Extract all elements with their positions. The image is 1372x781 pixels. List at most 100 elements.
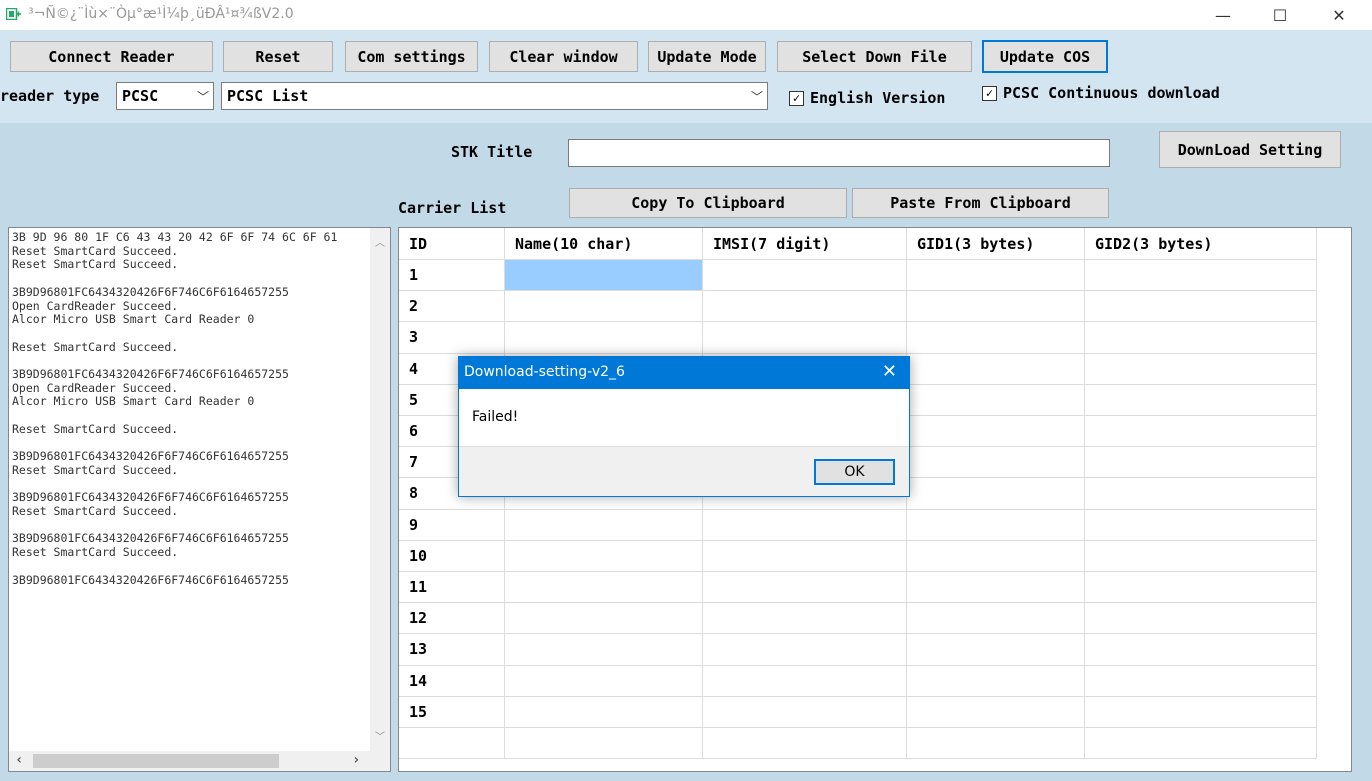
vertical-scrollbar[interactable]: ︿ ﹀	[370, 228, 390, 753]
carrier-grid[interactable]: ID Name(10 char) IMSI(7 digit) GID1(3 bytes…	[398, 227, 1352, 772]
select-down-file-button[interactable]: Select Down File	[777, 41, 972, 72]
grid-cell[interactable]	[907, 353, 1085, 385]
row-id-cell[interactable]: 13	[399, 634, 505, 666]
grid-cell[interactable]	[907, 416, 1085, 448]
grid-cell[interactable]	[505, 322, 703, 354]
grid-cell[interactable]	[1085, 603, 1317, 635]
horizontal-scrollbar[interactable]: ‹ ›	[9, 751, 390, 771]
update-mode-button[interactable]: Update Mode	[648, 41, 766, 72]
grid-cell[interactable]	[505, 509, 703, 541]
chevron-up-icon[interactable]: ︿	[375, 234, 385, 249]
grid-cell[interactable]	[505, 572, 703, 604]
row-id-cell[interactable]: 11	[399, 572, 505, 604]
stk-title-input[interactable]	[568, 139, 1110, 167]
column-header-5[interactable]: GID2(3 bytes)	[1085, 228, 1317, 260]
grid-cell[interactable]	[907, 478, 1085, 510]
grid-cell[interactable]	[907, 540, 1085, 572]
grid-cell[interactable]	[907, 728, 1085, 760]
row-id-cell[interactable]: 3	[399, 322, 505, 354]
row-id-cell[interactable]: 14	[399, 665, 505, 697]
row-id-cell[interactable]	[399, 728, 505, 760]
grid-cell[interactable]	[907, 696, 1085, 728]
row-id-cell[interactable]: 2	[399, 291, 505, 323]
grid-cell[interactable]	[505, 540, 703, 572]
scrollbar-thumb[interactable]	[33, 754, 279, 768]
grid-cell[interactable]	[1085, 322, 1317, 354]
grid-cell[interactable]	[1085, 478, 1317, 510]
grid-cell[interactable]	[505, 291, 703, 323]
grid-cell[interactable]	[703, 728, 907, 760]
chevron-down-icon[interactable]: ﹀	[375, 728, 385, 743]
grid-cell[interactable]	[505, 260, 703, 292]
grid-cell[interactable]	[703, 322, 907, 354]
reader-type-select[interactable]: PCSC ﹀	[116, 82, 214, 110]
grid-cell[interactable]	[505, 665, 703, 697]
grid-cell[interactable]	[907, 260, 1085, 292]
dialog-close-icon[interactable]: ✕	[882, 361, 897, 382]
column-header-3[interactable]: IMSI(7 digit)	[703, 228, 907, 260]
maximize-button[interactable]: ☐	[1257, 0, 1303, 30]
column-header-2[interactable]: Name(10 char)	[505, 228, 703, 260]
grid-cell[interactable]	[907, 665, 1085, 697]
grid-cell[interactable]	[907, 603, 1085, 635]
row-id-cell[interactable]: 10	[399, 540, 505, 572]
grid-cell[interactable]	[1085, 291, 1317, 323]
close-button[interactable]: ✕	[1316, 0, 1362, 30]
grid-cell[interactable]	[1085, 665, 1317, 697]
grid-cell[interactable]	[907, 572, 1085, 604]
grid-cell[interactable]	[703, 540, 907, 572]
row-id-cell[interactable]: 1	[399, 260, 505, 292]
grid-cell[interactable]	[1085, 634, 1317, 666]
grid-cell[interactable]	[703, 665, 907, 697]
grid-cell[interactable]	[505, 634, 703, 666]
paste-from-clipboard-button[interactable]: Paste From Clipboard	[852, 188, 1109, 218]
reset-button[interactable]: Reset	[223, 41, 333, 72]
grid-cell[interactable]	[907, 509, 1085, 541]
chevron-left-icon[interactable]: ‹	[15, 752, 23, 768]
grid-cell[interactable]	[505, 696, 703, 728]
grid-cell[interactable]	[1085, 447, 1317, 479]
connect-reader-button[interactable]: Connect Reader	[10, 41, 213, 72]
row-id-cell[interactable]: 9	[399, 509, 505, 541]
ok-button[interactable]: OK	[814, 459, 895, 485]
grid-cell[interactable]	[907, 634, 1085, 666]
grid-cell[interactable]	[1085, 540, 1317, 572]
grid-cell[interactable]	[1085, 353, 1317, 385]
copy-to-clipboard-button[interactable]: Copy To Clipboard	[569, 188, 847, 218]
update-cos-button[interactable]: Update COS	[982, 40, 1108, 73]
grid-cell[interactable]	[907, 447, 1085, 479]
grid-cell[interactable]	[703, 603, 907, 635]
grid-cell[interactable]	[907, 291, 1085, 323]
grid-cell[interactable]	[703, 509, 907, 541]
grid-cell[interactable]	[703, 291, 907, 323]
grid-cell[interactable]	[907, 384, 1085, 416]
log-panel[interactable]: 3B 9D 96 80 1F C6 43 43 20 42 6F 6F 74 6…	[8, 227, 391, 772]
column-header-4[interactable]: GID1(3 bytes)	[907, 228, 1085, 260]
grid-cell[interactable]	[1085, 728, 1317, 760]
grid-cell[interactable]	[703, 696, 907, 728]
row-id-cell[interactable]: 12	[399, 603, 505, 635]
clear-window-button[interactable]: Clear window	[489, 41, 638, 72]
grid-cell[interactable]	[1085, 384, 1317, 416]
row-id-cell[interactable]: 15	[399, 696, 505, 728]
grid-cell[interactable]	[505, 603, 703, 635]
grid-cell[interactable]	[1085, 509, 1317, 541]
grid-cell[interactable]	[703, 634, 907, 666]
reader-list-select[interactable]: PCSC List ﹀	[221, 82, 768, 110]
grid-cell[interactable]	[703, 572, 907, 604]
com-settings-button[interactable]: Com settings	[345, 41, 478, 72]
grid-cell[interactable]	[703, 260, 907, 292]
grid-cell[interactable]	[505, 728, 703, 760]
grid-cell[interactable]	[907, 322, 1085, 354]
chevron-right-icon[interactable]: ›	[352, 752, 360, 768]
grid-cell[interactable]	[1085, 572, 1317, 604]
download-setting-button[interactable]: DownLoad Setting	[1159, 131, 1341, 168]
column-header-1[interactable]: ID	[399, 228, 505, 260]
chevron-down-icon: ﹀	[750, 90, 763, 104]
grid-cell[interactable]	[1085, 696, 1317, 728]
english-version-checkbox[interactable]: ✓	[789, 91, 804, 106]
pcsc-continuous-checkbox[interactable]: ✓	[982, 86, 997, 101]
minimize-button[interactable]: —	[1200, 0, 1246, 30]
grid-cell[interactable]	[1085, 260, 1317, 292]
grid-cell[interactable]	[1085, 416, 1317, 448]
